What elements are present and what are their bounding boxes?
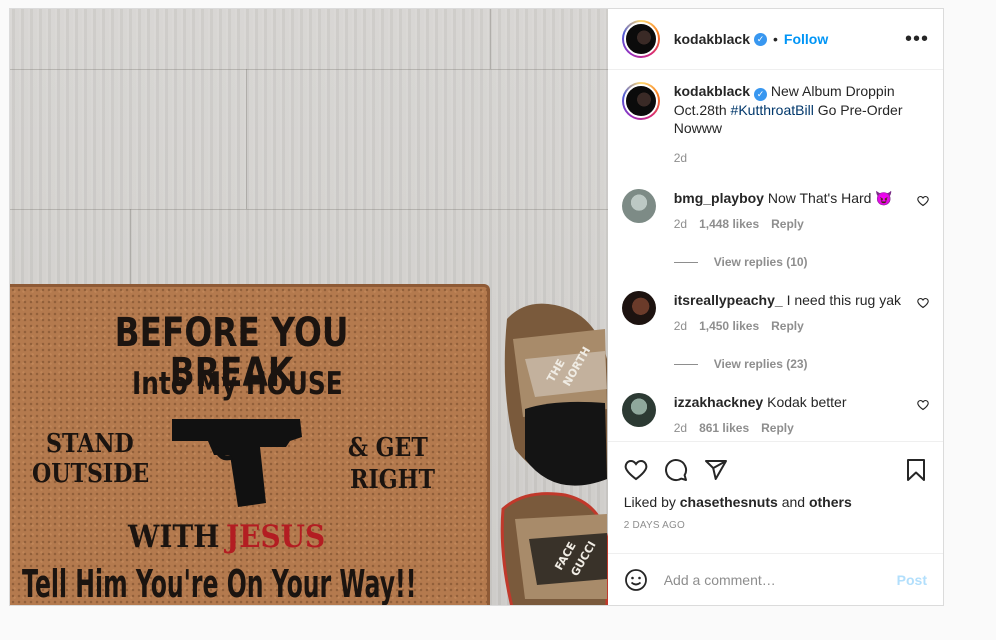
post-comment-button[interactable]: Post — [897, 572, 927, 588]
mat-line-2: Into My HOUSE — [132, 366, 343, 402]
verified-badge-icon: ✓ — [753, 88, 767, 101]
comment-bubble-icon[interactable] — [664, 458, 688, 482]
liked-by-text: Liked by chasethesnuts and others — [624, 494, 927, 510]
caption: kodakblack ✓ New Album Droppin Oct.28th #… — [621, 82, 929, 167]
post-actions: Liked by chasethesnuts and others 2 DAYS… — [607, 441, 943, 553]
heart-icon[interactable] — [917, 297, 929, 309]
comment-text: Kodak better — [767, 394, 847, 410]
comment-row: izzakhackney Kodak better 2d 861 likes Rep… — [621, 393, 929, 437]
like-heart-icon[interactable] — [624, 458, 648, 482]
bookmark-icon[interactable] — [905, 458, 927, 482]
reply-button[interactable]: Reply — [771, 217, 804, 231]
more-options-icon[interactable]: ••• — [905, 28, 929, 51]
slide-sandals: THE NORTH FACE GUCCI — [500, 303, 608, 605]
comment-row: itsreallypeachy_ I need this rug yak 2d 1… — [621, 291, 929, 335]
comment-username[interactable]: bmg_playboy — [674, 190, 764, 206]
post-image[interactable]: BEFORE YOU BREAK Into My HOUSE STAND OUT… — [10, 9, 608, 605]
post-sidebar: kodakblack ✓ • Follow ••• kodakblack ✓ Ne… — [607, 9, 943, 605]
add-comment-input[interactable] — [663, 571, 897, 588]
heart-icon[interactable] — [917, 399, 929, 411]
verified-badge-icon: ✓ — [753, 32, 767, 46]
liked-and: and — [781, 494, 806, 510]
comment-likes[interactable]: 861 likes — [699, 421, 749, 435]
view-replies-button[interactable]: View replies (23) — [673, 357, 929, 371]
caption-avatar[interactable] — [621, 82, 660, 120]
follow-button[interactable]: Follow — [784, 31, 828, 47]
profile-avatar[interactable] — [621, 20, 660, 58]
liked-user-link[interactable]: chasethesnuts — [680, 494, 778, 510]
heart-icon[interactable] — [917, 195, 929, 207]
comment-likes[interactable]: 1,450 likes — [699, 319, 759, 333]
add-comment-bar: Post — [607, 553, 943, 605]
emoji-icon[interactable] — [624, 568, 648, 592]
post-time-ago[interactable]: 2 DAYS AGO — [624, 520, 927, 531]
comment-time[interactable]: 2d — [674, 319, 687, 333]
comment-row: bmg_playboy Now That's Hard 😈 2d 1,448 li… — [621, 189, 929, 233]
commenter-avatar[interactable] — [621, 291, 656, 325]
instagram-post: BEFORE YOU BREAK Into My HOUSE STAND OUT… — [9, 8, 944, 606]
comment-text: I need this rug yak — [786, 292, 901, 308]
liked-prefix: Liked by — [623, 494, 676, 510]
caption-time[interactable]: 2d — [674, 151, 687, 165]
comment-text: Now That's Hard 😈 — [767, 190, 893, 206]
mat-right-2: RIGHT — [350, 465, 435, 495]
liked-others-link[interactable]: others — [809, 494, 852, 510]
caption-username[interactable]: kodakblack — [674, 83, 750, 99]
comment-likes[interactable]: 1,448 likes — [699, 217, 759, 231]
reply-button[interactable]: Reply — [761, 421, 794, 435]
mat-line-bottom: Tell Him You're On Your Way!! — [22, 562, 417, 605]
separator-dot: • — [772, 31, 778, 47]
mat-left-1: STAND — [46, 429, 134, 459]
view-replies-button[interactable]: View replies (10) — [673, 255, 929, 269]
share-paper-plane-icon[interactable] — [704, 458, 728, 482]
reply-button[interactable]: Reply — [771, 319, 804, 333]
mat-with: WITH — [128, 519, 220, 555]
comment-username[interactable]: izzakhackney — [674, 394, 764, 410]
comment-time[interactable]: 2d — [674, 217, 687, 231]
caption-hashtag[interactable]: #KutthroatBill — [731, 102, 814, 118]
mat-jesus: JESUS — [226, 519, 326, 555]
pistol-icon — [172, 419, 302, 507]
commenter-avatar[interactable] — [621, 189, 656, 223]
comments-list[interactable]: kodakblack ✓ New Album Droppin Oct.28th #… — [608, 70, 943, 441]
comment-username[interactable]: itsreallypeachy_ — [674, 292, 783, 308]
commenter-avatar[interactable] — [621, 393, 656, 427]
comment-time[interactable]: 2d — [674, 421, 687, 435]
header-username[interactable]: kodakblack — [674, 31, 750, 47]
mat-left-2: OUTSIDE — [32, 459, 150, 489]
doormat: BEFORE YOU BREAK Into My HOUSE STAND OUT… — [10, 284, 490, 605]
post-header: kodakblack ✓ • Follow ••• — [607, 9, 943, 70]
mat-right-1: & GET — [348, 433, 428, 463]
